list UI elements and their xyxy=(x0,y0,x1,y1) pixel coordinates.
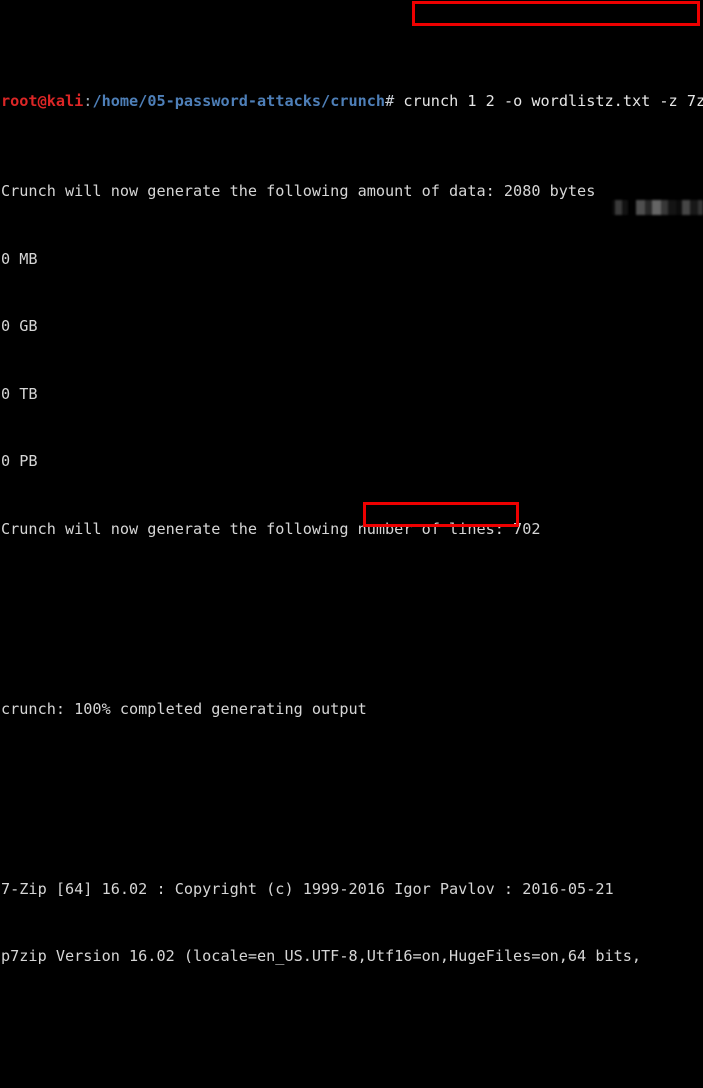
prompt-path: /home/05-password-attacks/crunch xyxy=(92,92,386,110)
output-7zip-banner: 7-Zip [64] 16.02 : Copyright (c) 1999-20… xyxy=(1,879,614,898)
output-line-count: Crunch will now generate the following n… xyxy=(1,519,541,538)
output-crunch-progress: crunch: 100% completed generating output xyxy=(1,699,367,718)
output-tb: 0 TB xyxy=(1,384,38,403)
output-gb: 0 GB xyxy=(1,317,38,335)
crunch-command[interactable]: crunch 1 2 -o wordlistz.txt -z 7z xyxy=(394,92,703,110)
prompt-line-crunch: root@kali:/home/05-password-attacks/crun… xyxy=(0,90,703,113)
output-mb: 0 MB xyxy=(1,249,38,268)
prompt-user: root@kali xyxy=(1,92,84,110)
terminal-window[interactable]: root@kali:/home/05-password-attacks/crun… xyxy=(0,0,703,965)
output-pb: 0 PB xyxy=(1,452,38,470)
output-p7zip-version: p7zip Version 16.02 (locale=en_US.UTF-8,… xyxy=(1,947,642,965)
output-data-amount: Crunch will now generate the following a… xyxy=(1,182,596,200)
crunch-command-box xyxy=(412,1,700,26)
prompt-symbol: # xyxy=(385,92,395,110)
redacted-region xyxy=(612,200,703,215)
